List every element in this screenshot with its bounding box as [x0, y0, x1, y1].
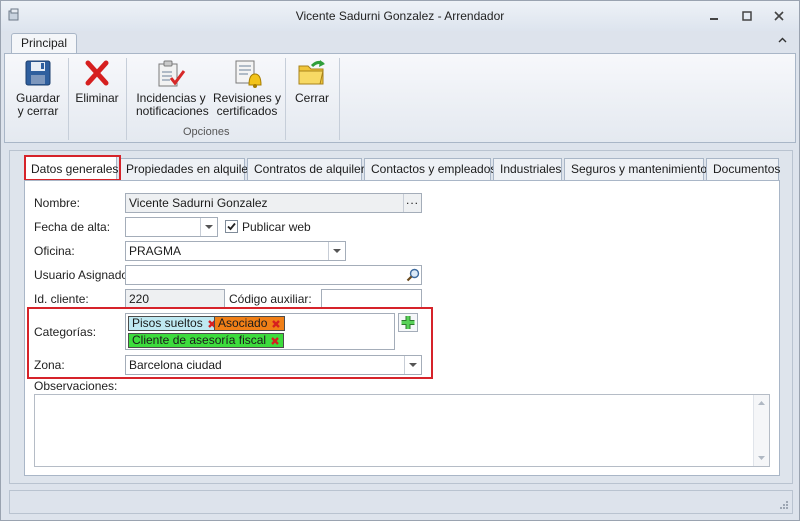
incidents-label: Incidencias y notificaciones	[136, 91, 209, 118]
title-bar: Vicente Sadurni Gonzalez - Arrendador	[1, 1, 799, 31]
certificate-bell-icon	[235, 60, 262, 88]
delete-x-icon	[85, 60, 109, 86]
main-content: Datos generales Propiedades en alquiler …	[9, 150, 793, 484]
chevron-up-icon	[778, 37, 787, 43]
fecha-alta-field[interactable]	[125, 217, 218, 237]
ribbon-tab-principal[interactable]: Principal	[11, 33, 78, 54]
ribbon-separator	[68, 58, 69, 140]
id-cliente-field: 220	[125, 289, 225, 309]
tag-label: Pisos sueltos	[132, 316, 203, 330]
status-bar	[9, 490, 793, 514]
codigo-auxiliar-label: Código auxiliar:	[229, 292, 312, 306]
ribbon-tab-strip: Principal	[1, 31, 799, 54]
observaciones-scrollbar[interactable]	[753, 395, 769, 466]
nombre-value: Vicente Sadurni Gonzalez	[129, 196, 268, 210]
observaciones-label: Observaciones:	[34, 379, 118, 393]
ribbon-separator	[339, 58, 340, 140]
ribbon-collapse-button[interactable]	[778, 35, 787, 46]
ribbon: Guardar y cerrar Eliminar Incidencias y …	[4, 53, 796, 143]
scroll-up-icon[interactable]	[754, 397, 769, 409]
oficina-select[interactable]: PRAGMA	[125, 241, 346, 261]
tag-pisos-sueltos: Pisos sueltos	[128, 316, 221, 331]
tab-panel-datos-generales: Nombre: Vicente Sadurni Gonzalez ... Fec…	[24, 180, 780, 476]
save-close-label: Guardar y cerrar	[15, 91, 61, 118]
zona-select[interactable]: Barcelona ciudad	[125, 355, 422, 375]
publicar-web-label: Publicar web	[242, 220, 311, 234]
tab-seguros[interactable]: Seguros y mantenimientos	[564, 158, 713, 180]
tab-contratos[interactable]: Contratos de alquiler	[247, 158, 365, 180]
codigo-auxiliar-field[interactable]	[321, 289, 422, 309]
ribbon-separator	[285, 58, 286, 140]
oficina-dropdown-button[interactable]	[328, 242, 345, 260]
oficina-value: PRAGMA	[129, 244, 182, 258]
reviews-button[interactable]: Revisiones y certificados	[213, 58, 281, 118]
reviews-label: Revisiones y certificados	[213, 91, 282, 118]
tab-contactos[interactable]: Contactos y empleados	[364, 158, 496, 180]
save-icon	[25, 60, 51, 86]
search-icon	[406, 268, 419, 282]
tab-documentos[interactable]: Documentos	[706, 158, 780, 180]
categorias-label: Categorías:	[34, 325, 97, 339]
remove-tag-icon[interactable]	[271, 319, 281, 329]
oficina-label: Oficina:	[34, 244, 75, 258]
window-title: Vicente Sadurni Gonzalez - Arrendador	[295, 9, 505, 23]
plus-icon	[401, 316, 415, 329]
close-window-button[interactable]	[769, 7, 789, 25]
close-icon	[774, 11, 784, 21]
zona-dropdown-button[interactable]	[404, 356, 421, 374]
usuario-label: Usuario Asignado:	[34, 268, 132, 282]
close-form-button[interactable]: Cerrar	[291, 58, 333, 105]
publicar-web-checkbox[interactable]	[225, 220, 238, 233]
tab-propiedades[interactable]: Propiedades en alquiler	[119, 158, 252, 180]
ribbon-group-label: Opciones	[183, 126, 230, 138]
ribbon-separator	[126, 58, 127, 140]
remove-tag-icon[interactable]	[270, 336, 280, 346]
save-close-button[interactable]: Guardar y cerrar	[13, 58, 63, 118]
zona-label: Zona:	[34, 358, 65, 372]
zona-value: Barcelona ciudad	[129, 358, 222, 372]
categorias-tag-box[interactable]: Pisos sueltos Asociado Cliente de asesor…	[125, 313, 395, 350]
checkmark-icon	[227, 222, 236, 231]
delete-button[interactable]: Eliminar	[75, 58, 119, 105]
close-form-label: Cerrar	[294, 91, 329, 105]
add-category-button[interactable]	[398, 313, 418, 332]
clipboard-check-icon	[158, 60, 186, 87]
nombre-label: Nombre:	[34, 196, 81, 210]
tab-datos-generales[interactable]: Datos generales	[24, 156, 118, 181]
fecha-alta-label: Fecha de alta:	[34, 220, 111, 234]
nombre-field[interactable]: Vicente Sadurni Gonzalez ...	[125, 193, 422, 213]
incidents-button[interactable]: Incidencias y notificaciones	[136, 58, 209, 118]
minimize-icon	[710, 18, 718, 20]
app-window: Vicente Sadurni Gonzalez - Arrendador Pr…	[0, 0, 800, 521]
maximize-icon	[742, 11, 752, 21]
maximize-button[interactable]	[737, 7, 757, 25]
usuario-field[interactable]	[125, 265, 422, 285]
tag-label: Asociado	[218, 316, 268, 330]
delete-label: Eliminar	[75, 91, 119, 105]
chevron-down-icon	[205, 225, 213, 229]
tag-label: Cliente de asesoría fiscal	[132, 333, 267, 347]
tab-industriales[interactable]: Industriales	[493, 158, 562, 180]
ellipsis-button[interactable]: ...	[403, 194, 421, 212]
observaciones-textarea[interactable]	[34, 394, 770, 467]
scroll-down-icon[interactable]	[754, 452, 769, 464]
tag-asociado: Asociado	[214, 316, 286, 331]
usuario-search-button[interactable]	[404, 266, 421, 284]
minimize-button[interactable]	[704, 7, 724, 25]
id-cliente-label: Id. cliente:	[34, 292, 89, 306]
resize-grip-icon[interactable]	[779, 500, 789, 510]
chevron-down-icon	[333, 249, 341, 253]
chevron-down-icon	[409, 363, 417, 367]
fecha-alta-dropdown-button[interactable]	[200, 218, 217, 236]
folder-exit-icon	[298, 60, 325, 85]
tag-cliente-asesoria: Cliente de asesoría fiscal	[128, 333, 285, 348]
